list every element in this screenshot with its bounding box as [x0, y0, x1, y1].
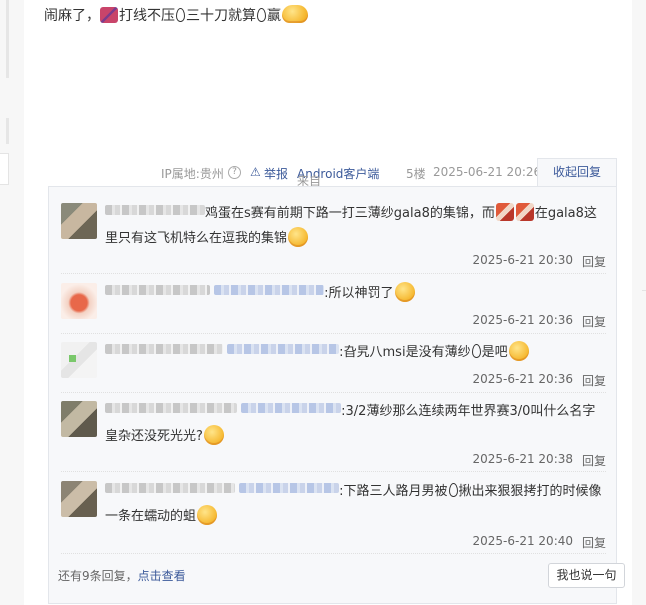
reply-time: 2025-6-21 20:40 — [472, 534, 574, 548]
username-link[interactable] — [241, 403, 342, 413]
reply-body: :3/2薄纱那么连续两年世界赛3/0叫什么名字皇杂还没死光光? — [105, 399, 605, 449]
more-replies-count: 还有9条回复， — [58, 569, 138, 583]
username-link[interactable] — [214, 285, 325, 295]
gutter-line — [642, 290, 646, 331]
collapse-replies-button[interactable]: 收起回复 — [537, 158, 617, 186]
post-time: 2025-06-21 20:26 — [433, 165, 542, 179]
smiley-face-icon — [203, 425, 224, 445]
egg-outline-icon — [176, 8, 185, 22]
post-text-segment: 打线不压 — [119, 8, 175, 24]
username-link[interactable] — [227, 344, 340, 354]
smiley-face-icon — [508, 341, 529, 361]
gutter-box — [0, 153, 9, 185]
username-link[interactable] — [239, 483, 340, 493]
post-content: 闹麻了， 打线不压 三十刀就算赢 — [44, 5, 309, 26]
reply-time: 2025-6-21 20:36 — [472, 313, 574, 327]
reply-body: :所以神罚了 — [105, 281, 605, 306]
reply-time: 2025-6-21 20:36 — [472, 372, 574, 386]
reply-text: 是吧 — [481, 345, 508, 360]
reply-item: :旮旯八msi是没有薄纱 是吧 2025-6-21 20:36 回复 — [61, 340, 606, 393]
meat-sticker-icon — [515, 203, 534, 221]
reply-body: :旮旯八msi是没有薄纱 是吧 — [105, 340, 605, 365]
warning-triangle-icon[interactable]: ⚠ — [250, 165, 261, 179]
report-link[interactable]: 举报 — [264, 165, 288, 182]
username[interactable] — [105, 403, 237, 413]
help-circle-icon[interactable]: ? — [228, 166, 241, 179]
reply-text: 鸡蛋在s赛有前期下路一打三薄纱gala8的集锦，而 — [205, 206, 495, 221]
gutter-line — [6, 118, 9, 144]
reply-item: :3/2薄纱那么连续两年世界赛3/0叫什么名字皇杂还没死光光? 2025-6-2… — [61, 401, 606, 472]
ip-location: IP属地:贵州 — [161, 167, 224, 181]
reply-button[interactable]: 回复 — [582, 253, 606, 270]
post-meta-bar: IP属地:贵州 ? ⚠ 举报 来自 Android客户端 5楼 2025-06-2… — [24, 158, 617, 188]
avatar[interactable] — [61, 342, 97, 378]
meat-sticker-icon — [495, 203, 514, 221]
egg-outline-icon — [448, 483, 458, 497]
avatar[interactable] — [61, 203, 97, 239]
reply-time: 2025-6-21 20:38 — [472, 452, 574, 466]
reply-text: :旮旯八msi是没有薄纱 — [339, 345, 471, 360]
reply-text: :所以神罚了 — [324, 286, 394, 301]
smiley-face-icon — [197, 505, 218, 525]
post-text-segment: 三十刀就算 — [186, 8, 256, 24]
avatar[interactable] — [61, 401, 97, 437]
username[interactable] — [105, 344, 223, 354]
username[interactable] — [105, 205, 205, 215]
username[interactable] — [105, 285, 210, 295]
username[interactable] — [105, 483, 235, 493]
reply-time: 2025-6-21 20:30 — [472, 253, 574, 267]
avatar[interactable] — [61, 481, 97, 517]
reply-text: :下路三人路月男被 — [339, 484, 448, 499]
egg-outline-icon — [471, 344, 481, 358]
add-reply-button[interactable]: 我也说一句 — [548, 563, 625, 588]
avatar[interactable] — [61, 283, 97, 319]
view-more-link[interactable]: 点击查看 — [138, 569, 186, 583]
post-text-segment: 赢 — [267, 8, 281, 24]
post-floor-5: 闹麻了， 打线不压 三十刀就算赢 IP属地:贵州 ? ⚠ 举报 来自 Android客… — [24, 0, 632, 605]
reply-item: 鸡蛋在s赛有前期下路一打三薄纱gala8的集锦，而 在gala8这里只有这飞机特么… — [61, 203, 606, 274]
smiley-face-icon — [394, 282, 415, 302]
smiley-face-icon — [288, 227, 309, 247]
reply-button[interactable]: 回复 — [582, 534, 606, 551]
reply-list: 鸡蛋在s赛有前期下路一打三薄纱gala8的集锦，而 在gala8这里只有这飞机特么… — [48, 186, 617, 604]
floor-number: 5楼 — [406, 167, 426, 181]
reply-body: :下路三人路月男被 揪出来狠狠拷打的时候像一条在蠕动的蛆 — [105, 479, 605, 529]
reply-button[interactable]: 回复 — [582, 372, 606, 389]
reply-button[interactable]: 回复 — [582, 313, 606, 330]
reply-body: 鸡蛋在s赛有前期下路一打三薄纱gala8的集锦，而 在gala8这里只有这飞机特么… — [105, 201, 605, 251]
more-replies: 还有9条回复，点击查看 — [58, 567, 186, 584]
client-source: 来自 Android客户端 — [297, 165, 379, 188]
right-gutter — [632, 0, 646, 605]
gift-icon — [100, 7, 118, 23]
reply-item: :所以神罚了 2025-6-21 20:36 回复 — [61, 281, 606, 334]
reply-item: :下路三人路月男被 揪出来狠狠拷打的时候像一条在蠕动的蛆 2025-6-21 20… — [61, 481, 606, 554]
egg-outline-icon — [257, 8, 266, 22]
left-gutter — [0, 0, 24, 605]
smiley-face-icon — [282, 5, 308, 23]
reply-button[interactable]: 回复 — [582, 452, 606, 469]
post-text-segment: 闹麻了， — [44, 8, 100, 24]
gutter-line — [6, 0, 9, 78]
